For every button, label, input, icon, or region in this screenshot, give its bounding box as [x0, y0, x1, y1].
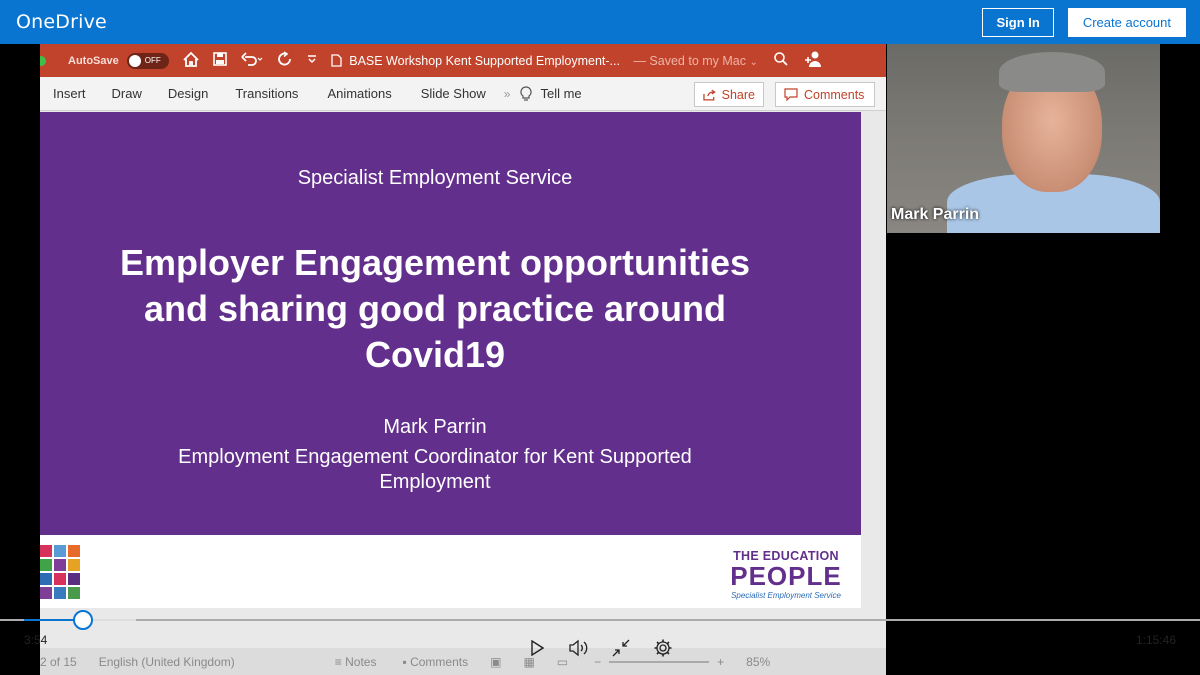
comments-status-label: Comments	[410, 654, 469, 669]
slide-author: Mark Parrin	[383, 416, 487, 438]
notes-label: Notes	[345, 654, 377, 669]
lightbulb-icon	[520, 85, 533, 101]
tell-me-box: Tell me	[520, 85, 582, 102]
notes-icon: ≡	[334, 654, 346, 669]
slide-title-line: Employer Engagement opportunities	[119, 242, 751, 283]
tell-me-label: Tell me	[540, 86, 582, 101]
slide-footer: THE EDUCATION PEOPLE Specialist Employme…	[40, 535, 861, 608]
participant-name: Mark Parrin	[891, 206, 980, 223]
volume-button[interactable]	[568, 637, 590, 659]
slide-title-line: and sharing good practice around	[143, 288, 727, 329]
powerpoint-ribbon: Insert Draw Design Transitions Animation…	[40, 77, 886, 111]
zoom-level: 85%	[746, 654, 771, 669]
comment-status-icon: ▪	[402, 654, 411, 669]
customize-toolbar-icon	[307, 54, 317, 67]
collapse-icon	[612, 639, 630, 657]
window-zoom-button	[40, 55, 46, 66]
education-people-logo: THE EDUCATION PEOPLE Specialist Employme…	[724, 549, 848, 600]
comments-button: Comments	[775, 82, 875, 107]
onedrive-brand[interactable]: OneDrive	[16, 11, 107, 33]
language-status: English (United Kingdom)	[98, 654, 235, 669]
total-duration: 1:15:46	[1135, 633, 1176, 647]
document-icon	[331, 53, 342, 67]
slide-subtitle: Specialist Employment Service	[297, 167, 573, 189]
zoom-in-icon: +	[717, 654, 725, 669]
create-account-button[interactable]: Create account	[1067, 7, 1186, 37]
home-icon	[183, 51, 199, 70]
slide-title-line: Covid19	[364, 334, 506, 375]
autosave-toggle: OFF	[126, 52, 169, 69]
onedrive-header: OneDrive Sign In Create account	[0, 0, 1200, 44]
share-label: Share	[721, 87, 755, 102]
autosave-label: AutoSave	[68, 54, 119, 67]
play-icon	[531, 640, 544, 656]
tab-transitions: Transitions	[235, 86, 299, 101]
comments-label: Comments	[804, 87, 865, 102]
settings-button[interactable]	[652, 637, 674, 659]
tab-insert: Insert	[53, 86, 86, 101]
autosave-state: OFF	[144, 56, 161, 65]
slide-title-panel: Specialist Employment Service Employer E…	[40, 112, 861, 535]
exit-fullscreen-button[interactable]	[610, 637, 632, 659]
share-button: Share	[694, 82, 764, 107]
undo-icon	[241, 52, 263, 69]
powerpoint-titlebar: AutoSave OFF BASE Workshop Kent Supporte…	[40, 44, 886, 77]
gear-icon	[654, 639, 672, 657]
share-people-icon	[804, 50, 822, 71]
comment-icon	[784, 88, 798, 101]
slide-counter: 2 of 15	[40, 654, 77, 669]
ribbon-overflow-icon: »	[503, 86, 511, 101]
zoom-slider	[609, 660, 710, 663]
normal-view-icon: ▣	[490, 654, 502, 669]
notes-toggle: ≡ Notes	[335, 655, 377, 669]
mosaic-logo	[40, 545, 80, 599]
onedrive-video-viewer: OneDrive Sign In Create account AutoSave…	[0, 0, 1200, 675]
document-title-area: BASE Workshop Kent Supported Employment-…	[331, 54, 758, 68]
webcam-hair	[999, 52, 1105, 92]
search-icon	[774, 52, 788, 69]
powerpoint-status-bar: 2 of 15 English (United Kingdom) ≡ Notes…	[40, 648, 886, 675]
save-icon	[212, 52, 227, 69]
webcam-feed: Mark Parrin	[887, 44, 1160, 233]
tab-design: Design	[167, 86, 209, 101]
powerpoint-window: AutoSave OFF BASE Workshop Kent Supporte…	[40, 44, 886, 675]
toggle-knob	[128, 54, 141, 67]
chevron-down-icon: ⌄	[749, 56, 758, 68]
slide-title: Employer Engagement opportunities and sh…	[40, 240, 830, 378]
logo-tagline: Specialist Employment Service	[731, 591, 841, 600]
video-frame[interactable]: AutoSave OFF BASE Workshop Kent Supporte…	[0, 44, 1200, 675]
logo-line-2: PEOPLE	[730, 561, 842, 591]
slide-canvas: Specialist Employment Service Employer E…	[40, 112, 886, 608]
slide-author-role: Employment Engagement Coordinator for Ke…	[178, 446, 692, 493]
player-controls	[526, 637, 674, 659]
tab-draw: Draw	[111, 86, 142, 101]
share-icon	[703, 89, 716, 101]
current-time: 3:54	[24, 633, 48, 647]
sign-in-button[interactable]: Sign In	[982, 7, 1054, 37]
volume-icon	[569, 639, 588, 657]
play-button[interactable]	[526, 637, 548, 659]
document-title: BASE Workshop Kent Supported Employment-…	[349, 53, 620, 68]
tab-slide-show: Slide Show	[420, 86, 486, 101]
tab-animations: Animations	[327, 86, 392, 101]
seek-bar[interactable]	[0, 619, 1200, 621]
comments-toggle: ▪ Comments	[402, 655, 468, 669]
saved-status: — Saved to my Mac	[633, 53, 746, 68]
redo-icon	[277, 51, 293, 70]
